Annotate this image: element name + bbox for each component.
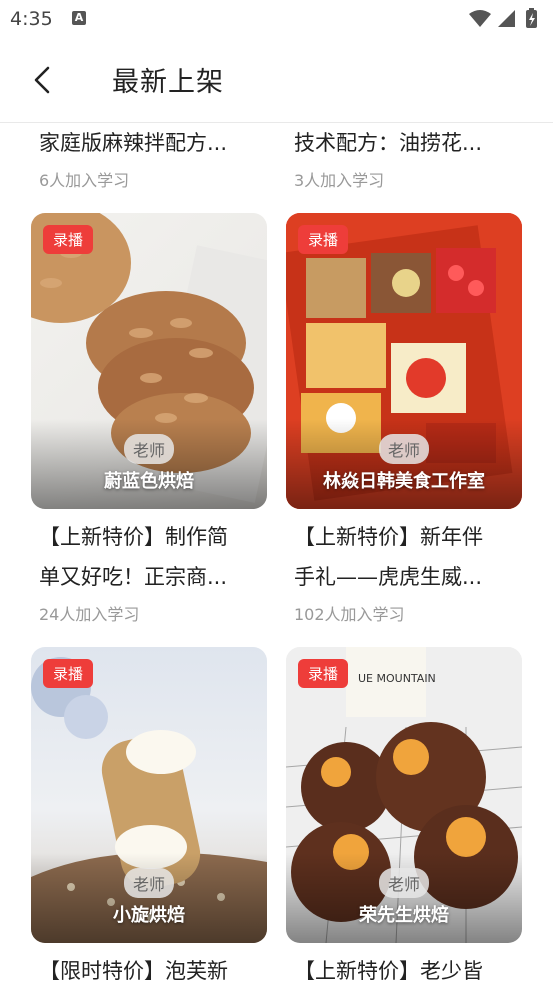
recorded-badge: 录播: [43, 659, 94, 688]
learner-count: 102人加入学习: [294, 605, 405, 624]
bottle-label: UE MOUNTAIN: [358, 672, 436, 685]
course-thumbnail[interactable]: 录播 老师 小旋烘焙: [31, 647, 267, 943]
course-thumbnail[interactable]: 录播 老师 林焱日韩美食工作室: [286, 213, 522, 509]
course-title-line2: 手礼——虎虎生威...: [294, 565, 483, 589]
thumbnail-shade: [31, 853, 267, 943]
course-grid[interactable]: 家庭版麻辣拌配方... 6人加入学习 技术配方：油捞花... 3人加入学习 录播…: [0, 123, 553, 984]
status-time: 4:35: [10, 8, 53, 30]
learner-count: 3人加入学习: [294, 171, 385, 190]
course-title-line1: 【上新特价】新年伴: [294, 525, 483, 549]
teacher-tag: 老师: [123, 868, 175, 898]
notification-a-icon: A: [72, 11, 86, 25]
course-title-line1: 【上新特价】制作简: [39, 525, 228, 549]
app-header: 最新上架: [0, 38, 553, 123]
course-title-line1: 【限时特价】泡芙新: [39, 959, 228, 983]
wifi-icon: [469, 10, 491, 27]
learner-count: 24人加入学习: [39, 605, 140, 624]
status-icons: [469, 8, 537, 28]
thumbnail-shade: [31, 419, 267, 509]
teacher-name: 小旋烘焙: [113, 905, 185, 926]
status-bar: 4:35 A: [0, 0, 553, 38]
course-thumbnail[interactable]: UE MOUNTAIN 录播 老师 荣先生烘焙: [286, 647, 522, 943]
battery-icon: [526, 8, 537, 28]
teacher-name: 蔚蓝色烘焙: [104, 471, 194, 492]
course-thumbnail[interactable]: 录播 老师 蔚蓝色烘焙: [31, 213, 267, 509]
course-title: 家庭版麻辣拌配方...: [39, 131, 228, 155]
teacher-name: 林焱日韩美食工作室: [323, 471, 485, 492]
learner-count: 6人加入学习: [39, 171, 130, 190]
page-title: 最新上架: [112, 67, 224, 98]
course-title-line2: 单又好吃！正宗商...: [39, 565, 228, 589]
teacher-tag: 老师: [123, 434, 175, 464]
course-title: 技术配方：油捞花...: [294, 131, 483, 155]
recorded-badge: 录播: [43, 225, 94, 254]
teacher-tag: 老师: [378, 868, 430, 898]
course-title-line1: 【上新特价】老少皆: [294, 959, 483, 983]
recorded-badge: 录播: [298, 225, 349, 254]
thumbnail-shade: [286, 419, 522, 509]
teacher-name: 荣先生烘焙: [359, 905, 449, 926]
teacher-tag: 老师: [378, 434, 430, 464]
signal-icon: [498, 10, 515, 27]
back-arrow-icon[interactable]: [28, 60, 62, 100]
recorded-badge: 录播: [298, 659, 349, 688]
thumbnail-shade: [286, 853, 522, 943]
